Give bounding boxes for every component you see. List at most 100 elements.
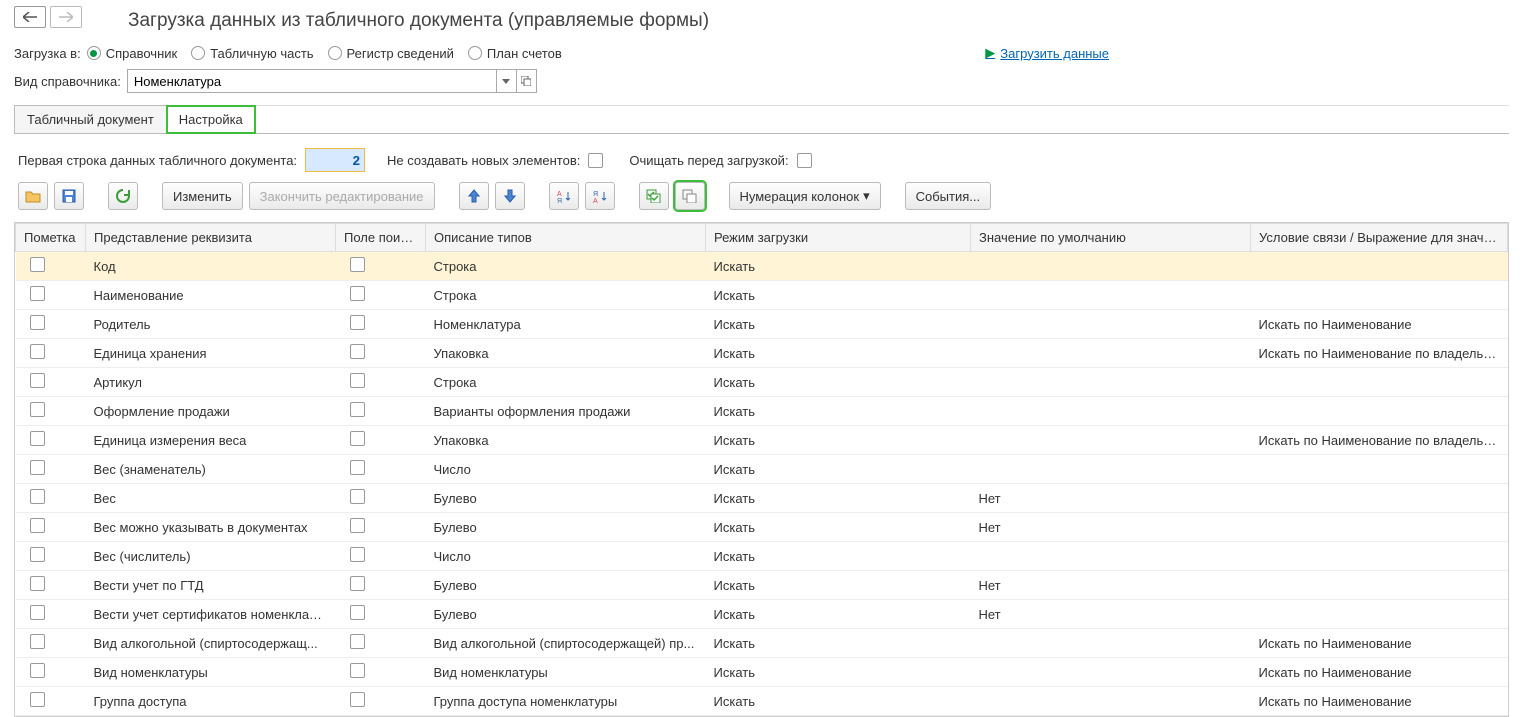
uncheck-all-icon [682,189,698,203]
search-checkbox[interactable] [350,373,365,388]
events-button[interactable]: События... [905,182,992,210]
cell-default [971,629,1251,658]
cell-repr: Вид номенклатуры [86,658,336,687]
mark-checkbox[interactable] [30,663,45,678]
table-row[interactable]: РодительНоменклатураИскатьИскать по Наим… [16,310,1508,339]
cell-type: Булево [426,571,706,600]
table-row[interactable]: Вес можно указывать в документахБулевоИс… [16,513,1508,542]
mark-checkbox[interactable] [30,576,45,591]
page-title: Загрузка данных из табличного документа … [14,8,1509,40]
search-checkbox[interactable] [350,460,365,475]
dictionary-type-input[interactable] [127,69,497,93]
col-header-search[interactable]: Поле поиска [336,224,426,252]
col-header-type[interactable]: Описание типов [426,224,706,252]
table-row[interactable]: Вести учет по ГТДБулевоИскатьНет [16,571,1508,600]
search-checkbox[interactable] [350,286,365,301]
mark-checkbox[interactable] [30,460,45,475]
radio-tabular-part[interactable]: Табличную часть [191,46,313,61]
save-button[interactable] [54,182,84,210]
nav-forward-button[interactable] [50,6,82,28]
mark-checkbox[interactable] [30,518,45,533]
cell-cond: Искать по Наименование по владельцу <С [1251,339,1508,368]
dictionary-type-label: Вид справочника: [14,74,121,89]
search-checkbox[interactable] [350,518,365,533]
table-row[interactable]: Вес (знаменатель)ЧислоИскать [16,455,1508,484]
sort-desc-button[interactable]: ЯА [585,182,615,210]
table-row[interactable]: Единица храненияУпаковкаИскатьИскать по … [16,339,1508,368]
table-row[interactable]: КодСтрокаИскать [16,252,1508,281]
check-all-button[interactable] [639,182,669,210]
radio-info-register[interactable]: Регистр сведений [328,46,454,61]
mark-checkbox[interactable] [30,634,45,649]
mark-checkbox[interactable] [30,373,45,388]
search-checkbox[interactable] [350,315,365,330]
search-checkbox[interactable] [350,605,365,620]
tab-settings[interactable]: Настройка [166,105,256,134]
radio-directory[interactable]: Справочник [87,46,178,61]
table-row[interactable]: Вести учет сертификатов номенклату...Бул… [16,600,1508,629]
sort-asc-button[interactable]: АЯ [549,182,579,210]
search-checkbox[interactable] [350,344,365,359]
clear-before-load-checkbox[interactable] [797,153,812,168]
mark-checkbox[interactable] [30,431,45,446]
mark-checkbox[interactable] [30,547,45,562]
mark-checkbox[interactable] [30,402,45,417]
table-row[interactable]: НаименованиеСтрокаИскать [16,281,1508,310]
search-checkbox[interactable] [350,634,365,649]
cell-default [971,281,1251,310]
arrow-left-icon [23,12,37,22]
move-up-button[interactable] [459,182,489,210]
table-row[interactable]: АртикулСтрокаИскать [16,368,1508,397]
refresh-icon [115,188,131,204]
edit-button[interactable]: Изменить [162,182,243,210]
table-row[interactable]: Оформление продажиВарианты оформления пр… [16,397,1508,426]
cell-repr: Оформление продажи [86,397,336,426]
search-checkbox[interactable] [350,663,365,678]
search-checkbox[interactable] [350,576,365,591]
search-checkbox[interactable] [350,402,365,417]
table-row[interactable]: Вид алкогольной (спиртосодержащ...Вид ал… [16,629,1508,658]
tab-label: Табличный документ [27,112,154,127]
cell-type: Булево [426,600,706,629]
table-row[interactable]: ВесБулевоИскатьНет [16,484,1508,513]
move-down-button[interactable] [495,182,525,210]
search-checkbox[interactable] [350,257,365,272]
cell-type: Группа доступа номенклатуры [426,687,706,716]
tab-tabular-document[interactable]: Табличный документ [14,105,167,133]
mark-checkbox[interactable] [30,605,45,620]
table-row[interactable]: Вид номенклатурыВид номенклатурыИскатьИс… [16,658,1508,687]
table-row[interactable]: Группа доступаГруппа доступа номенклатур… [16,687,1508,716]
search-checkbox[interactable] [350,431,365,446]
mark-checkbox[interactable] [30,257,45,272]
table-row[interactable]: Единица измерения весаУпаковкаИскатьИска… [16,426,1508,455]
search-checkbox[interactable] [350,692,365,707]
col-header-mode[interactable]: Режим загрузки [706,224,971,252]
mark-checkbox[interactable] [30,692,45,707]
uncheck-all-button[interactable] [675,182,705,210]
col-header-repr[interactable]: Представление реквизита [86,224,336,252]
mark-checkbox[interactable] [30,286,45,301]
radio-chart-accounts[interactable]: План счетов [468,46,562,61]
mark-checkbox[interactable] [30,489,45,504]
dictionary-dropdown-button[interactable] [497,69,517,93]
col-header-cond[interactable]: Условие связи / Выражение для значения [1251,224,1508,252]
dictionary-open-button[interactable] [517,69,537,93]
refresh-button[interactable] [108,182,138,210]
cell-repr: Единица хранения [86,339,336,368]
mark-checkbox[interactable] [30,344,45,359]
search-checkbox[interactable] [350,547,365,562]
column-numbering-button[interactable]: Нумерация колонок ▾ [729,182,881,210]
table-row[interactable]: Вес (числитель)ЧислоИскать [16,542,1508,571]
col-header-mark[interactable]: Пометка [16,224,86,252]
cell-mode: Искать [706,687,971,716]
search-checkbox[interactable] [350,489,365,504]
radio-label: Регистр сведений [347,46,454,61]
load-data-link[interactable]: ▶ Загрузить данные [985,45,1109,61]
nav-back-button[interactable] [14,6,46,28]
first-row-input[interactable] [305,148,365,172]
col-header-default[interactable]: Значение по умолчанию [971,224,1251,252]
no-new-elements-checkbox[interactable] [588,153,603,168]
open-file-button[interactable] [18,182,48,210]
mark-checkbox[interactable] [30,315,45,330]
cell-cond: Искать по Наименование по владельцу <С [1251,426,1508,455]
